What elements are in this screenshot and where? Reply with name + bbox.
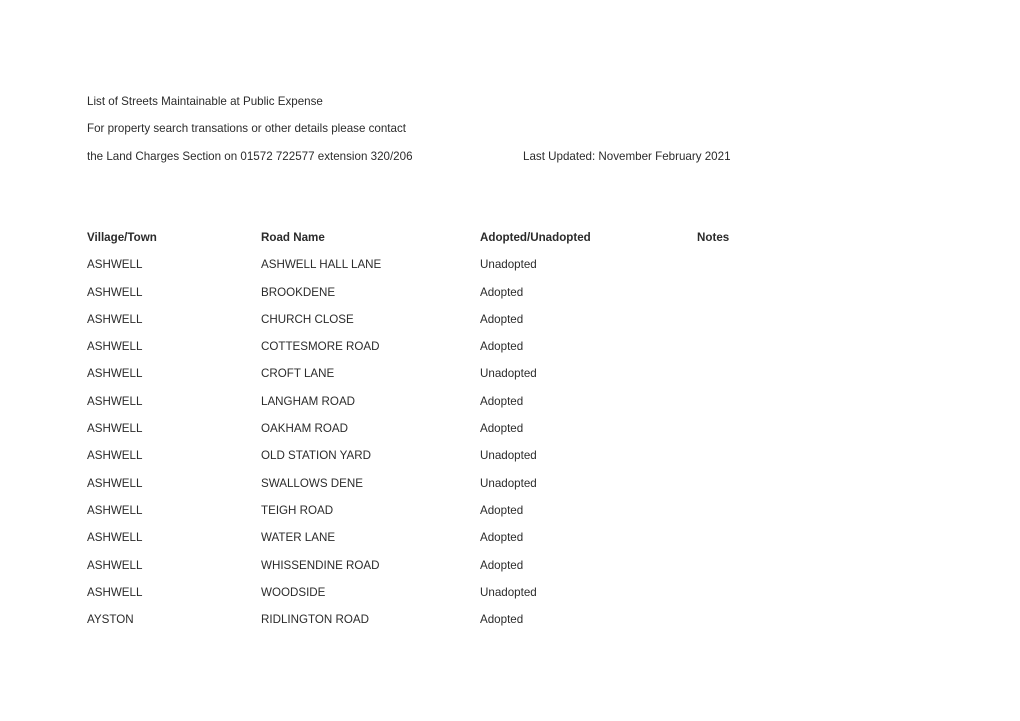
cell-notes xyxy=(697,251,967,278)
table-row: ASHWELL CROFT LANE Unadopted xyxy=(87,360,967,387)
cell-village: ASHWELL xyxy=(87,585,143,599)
cell-status: Adopted xyxy=(480,340,524,354)
cell-road: TEIGH ROAD xyxy=(261,503,334,517)
cell-notes xyxy=(697,552,967,579)
table-row: ASHWELL WATER LANE Adopted xyxy=(87,524,967,551)
intro-contact-text: For property search transations or other… xyxy=(87,122,406,136)
column-header-notes: Notes xyxy=(697,231,730,244)
table-row: ASHWELL CHURCH CLOSE Adopted xyxy=(87,306,967,333)
table-row: ASHWELL ASHWELL HALL LANE Unadopted xyxy=(87,251,967,278)
cell-village: ASHWELL xyxy=(87,503,143,517)
cell-status: Unadopted xyxy=(480,367,537,381)
column-header-road: Road Name xyxy=(261,231,325,244)
cell-notes xyxy=(697,306,967,333)
cell-village: ASHWELL xyxy=(87,422,143,436)
cell-status: Unadopted xyxy=(480,585,537,599)
table-row: ASHWELL TEIGH ROAD Adopted xyxy=(87,497,967,524)
column-header-village: Village/Town xyxy=(87,231,157,244)
cell-village: ASHWELL xyxy=(87,394,143,408)
cell-road: WOODSIDE xyxy=(261,585,326,599)
cell-road: LANGHAM ROAD xyxy=(261,394,356,408)
streets-table: Village/Town Road Name Adopted/Unadopted… xyxy=(87,224,967,633)
cell-village: ASHWELL xyxy=(87,558,143,572)
intro-block: List of Streets Maintainable at Public E… xyxy=(87,88,947,170)
intro-title-text: List of Streets Maintainable at Public E… xyxy=(87,95,323,108)
table-row: ASHWELL WHISSENDINE ROAD Adopted xyxy=(87,552,967,579)
cell-notes xyxy=(697,470,967,497)
cell-status: Adopted xyxy=(480,613,524,627)
table-row: ASHWELL WOODSIDE Unadopted xyxy=(87,579,967,606)
cell-road: CHURCH CLOSE xyxy=(261,312,354,326)
table-header-row: Village/Town Road Name Adopted/Unadopted… xyxy=(87,224,967,251)
cell-status: Adopted xyxy=(480,312,524,326)
table-row: ASHWELL SWALLOWS DENE Unadopted xyxy=(87,470,967,497)
cell-notes xyxy=(697,360,967,387)
cell-road: SWALLOWS DENE xyxy=(261,476,363,490)
cell-notes xyxy=(697,579,967,606)
cell-notes xyxy=(697,279,967,306)
table-header: Village/Town Road Name Adopted/Unadopted… xyxy=(87,224,967,251)
cell-status: Unadopted xyxy=(480,476,537,490)
cell-status: Unadopted xyxy=(480,449,537,463)
cell-road: COTTESMORE ROAD xyxy=(261,340,380,354)
cell-village: ASHWELL xyxy=(87,367,143,381)
cell-notes xyxy=(697,524,967,551)
cell-status: Unadopted xyxy=(480,258,537,272)
intro-line-phone: the Land Charges Section on 01572 722577… xyxy=(87,143,947,170)
cell-notes xyxy=(697,388,967,415)
cell-status: Adopted xyxy=(480,422,524,436)
cell-road: RIDLINGTON ROAD xyxy=(261,613,370,627)
intro-line-title: List of Streets Maintainable at Public E… xyxy=(87,88,947,115)
cell-road: ASHWELL HALL LANE xyxy=(261,258,382,272)
table-row: AYSTON RIDLINGTON ROAD Adopted xyxy=(87,606,967,633)
cell-road: OAKHAM ROAD xyxy=(261,422,348,436)
table-row: ASHWELL COTTESMORE ROAD Adopted xyxy=(87,333,967,360)
cell-village: ASHWELL xyxy=(87,476,143,490)
cell-village: AYSTON xyxy=(87,613,134,627)
cell-status: Adopted xyxy=(480,285,524,299)
table-row: ASHWELL OAKHAM ROAD Adopted xyxy=(87,415,967,442)
cell-road: WATER LANE xyxy=(261,531,336,545)
document-page: List of Streets Maintainable at Public E… xyxy=(0,0,1020,721)
cell-status: Adopted xyxy=(480,394,524,408)
cell-notes xyxy=(697,333,967,360)
cell-road: CROFT LANE xyxy=(261,367,335,381)
cell-village: ASHWELL xyxy=(87,285,143,299)
cell-notes xyxy=(697,442,967,469)
table-body: ASHWELL ASHWELL HALL LANE Unadopted ASHWELL… xyxy=(87,251,967,633)
intro-line-contact: For property search transations or other… xyxy=(87,115,947,142)
cell-notes xyxy=(697,606,967,633)
cell-road: OLD STATION YARD xyxy=(261,449,371,463)
cell-road: BROOKDENE xyxy=(261,285,336,299)
cell-status: Adopted xyxy=(480,558,524,572)
cell-status: Adopted xyxy=(480,531,524,545)
cell-village: ASHWELL xyxy=(87,258,143,272)
intro-phone-text: the Land Charges Section on 01572 722577… xyxy=(87,149,413,163)
cell-notes xyxy=(697,415,967,442)
table-row: ASHWELL LANGHAM ROAD Adopted xyxy=(87,388,967,415)
table-row: ASHWELL OLD STATION YARD Unadopted xyxy=(87,442,967,469)
cell-village: ASHWELL xyxy=(87,531,143,545)
table-row: ASHWELL BROOKDENE Adopted xyxy=(87,279,967,306)
column-header-status: Adopted/Unadopted xyxy=(480,231,591,244)
cell-notes xyxy=(697,497,967,524)
cell-village: ASHWELL xyxy=(87,340,143,354)
cell-village: ASHWELL xyxy=(87,449,143,463)
cell-road: WHISSENDINE ROAD xyxy=(261,558,380,572)
last-updated-label: Last Updated: November February 2021 xyxy=(523,149,731,163)
cell-village: ASHWELL xyxy=(87,312,143,326)
cell-status: Adopted xyxy=(480,503,524,517)
